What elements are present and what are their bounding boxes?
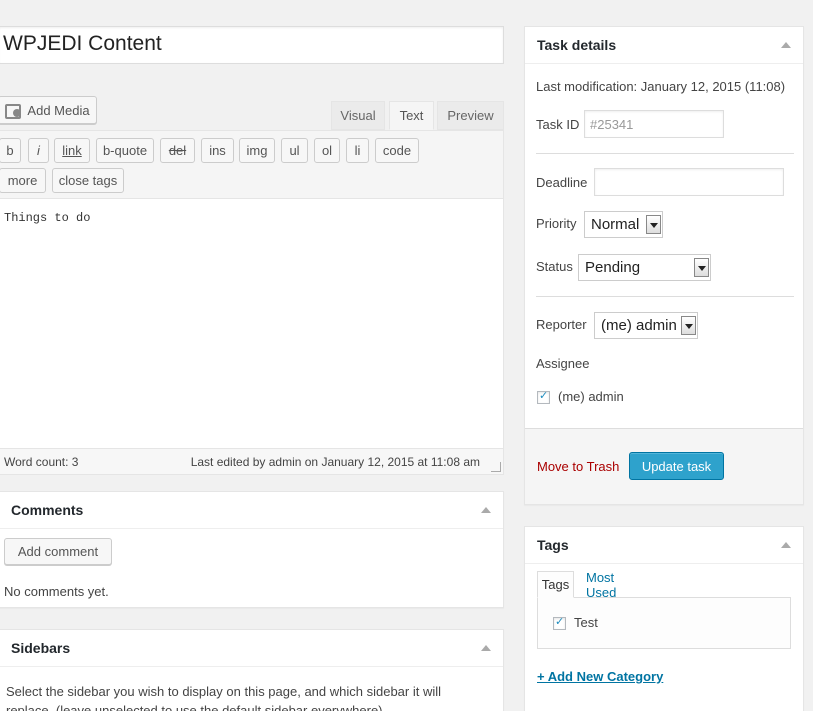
tag-label: Test (574, 615, 598, 630)
editor-statusbar: Word count: 3 Last edited by admin on Ja… (0, 448, 503, 474)
editor-container: b i link b-quote del ins img ul ol li co… (0, 130, 504, 475)
qt-ins-button[interactable]: ins (201, 138, 234, 163)
divider (536, 153, 794, 154)
collapse-arrow-icon[interactable] (781, 542, 791, 548)
qt-del-button[interactable]: del (160, 138, 195, 163)
tab-all-tags[interactable]: Tags (537, 571, 574, 598)
task-details-box: Task details Last modification: January … (524, 26, 804, 505)
qt-bold-button[interactable]: b (0, 138, 21, 163)
collapse-arrow-icon[interactable] (481, 507, 491, 513)
task-details-header[interactable]: Task details (525, 27, 803, 64)
last-edited: Last edited by admin on January 12, 2015… (190, 455, 480, 469)
comments-box: Comments Add comment No comments yet. (0, 491, 504, 608)
comments-header[interactable]: Comments (0, 492, 503, 529)
quicktags-toolbar: b i link b-quote del ins img ul ol li co… (0, 131, 503, 199)
sidebars-header[interactable]: Sidebars (0, 630, 503, 667)
status-label: Status (536, 259, 573, 274)
add-new-category-link[interactable]: + Add New Category (537, 669, 663, 684)
qt-img-button[interactable]: img (239, 138, 275, 163)
move-to-trash-link[interactable]: Move to Trash (537, 459, 619, 474)
qt-ol-button[interactable]: ol (314, 138, 340, 163)
tab-visual[interactable]: Visual (331, 101, 385, 130)
collapse-arrow-icon[interactable] (781, 42, 791, 48)
reporter-select[interactable]: (me) admin (594, 312, 698, 339)
post-title-input[interactable]: WPJEDI Content (0, 26, 504, 64)
add-media-button[interactable]: Add Media (0, 96, 97, 124)
task-actions: Move to Trash Update task (525, 428, 803, 504)
dropdown-arrow-icon (694, 258, 709, 277)
sidebars-description: Select the sidebar you wish to display o… (6, 684, 442, 711)
add-comment-button[interactable]: Add comment (4, 538, 112, 565)
status-select[interactable]: Pending (578, 254, 711, 281)
task-id-field[interactable]: #25341 (584, 110, 724, 138)
collapse-arrow-icon[interactable] (481, 645, 491, 651)
media-icon (5, 102, 22, 119)
divider (536, 296, 794, 297)
deadline-label: Deadline (536, 175, 588, 190)
comments-title: Comments (11, 502, 84, 518)
tags-box: Tags Tags Most Used Test + Add New Categ… (524, 526, 804, 711)
tags-checklist: Test (537, 597, 791, 649)
qt-code-button[interactable]: code (375, 138, 419, 163)
assignee-checkbox[interactable] (537, 389, 550, 404)
priority-select[interactable]: Normal (584, 211, 663, 238)
sidebars-box: Sidebars Select the sidebar you wish to … (0, 629, 504, 711)
post-title-text: WPJEDI Content (3, 32, 162, 55)
status-value: Pending (585, 259, 641, 276)
update-task-button[interactable]: Update task (629, 452, 724, 480)
qt-italic-button[interactable]: i (28, 138, 49, 163)
assignee-option-label: (me) admin (558, 389, 624, 404)
add-media-label: Add Media (27, 102, 90, 118)
tab-preview[interactable]: Preview (437, 101, 504, 130)
last-modification: Last modification: January 12, 2015 (11:… (536, 79, 786, 94)
qt-ul-button[interactable]: ul (281, 138, 308, 163)
qt-more-button[interactable]: more (0, 168, 46, 193)
priority-value: Normal (591, 216, 640, 233)
tab-most-used[interactable]: Most Used (586, 570, 616, 600)
task-id-label: Task ID (536, 117, 580, 132)
tags-header[interactable]: Tags (525, 527, 803, 564)
tab-text[interactable]: Text (389, 101, 434, 130)
resize-handle-icon[interactable] (491, 462, 501, 472)
qt-link-button[interactable]: link (54, 138, 90, 163)
qt-li-button[interactable]: li (346, 138, 369, 163)
tag-checkbox[interactable] (553, 615, 566, 630)
sidebars-title: Sidebars (11, 640, 71, 656)
word-count: Word count: 3 (4, 455, 79, 469)
tags-title: Tags (537, 537, 569, 553)
deadline-field[interactable] (594, 168, 784, 196)
assignee-label: Assignee (536, 356, 590, 371)
editor-textarea[interactable]: Things to do (4, 211, 90, 225)
no-comments-text: No comments yet. (4, 584, 109, 599)
reporter-label: Reporter (536, 317, 587, 332)
task-details-title: Task details (537, 37, 617, 53)
reporter-value: (me) admin (601, 317, 677, 334)
dropdown-arrow-icon (646, 215, 661, 234)
qt-blockquote-button[interactable]: b-quote (96, 138, 154, 163)
priority-label: Priority (536, 216, 577, 231)
qt-close-tags-button[interactable]: close tags (52, 168, 124, 193)
dropdown-arrow-icon (681, 316, 696, 335)
